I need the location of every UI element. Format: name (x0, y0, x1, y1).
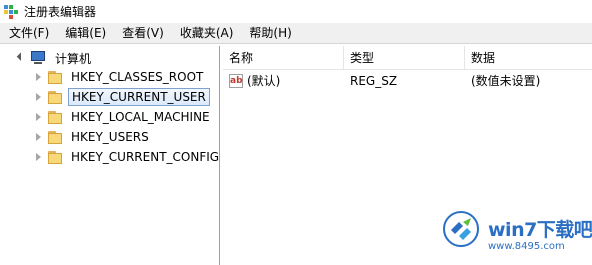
tree-item-label: HKEY_LOCAL_MACHINE (71, 110, 210, 124)
window-title: 注册表编辑器 (24, 4, 97, 19)
tree-item-hkey-local-machine[interactable]: HKEY_LOCAL_MACHINE (34, 107, 213, 127)
expand-arrow-icon[interactable] (34, 152, 44, 162)
folder-icon (48, 130, 62, 144)
menu-favorites[interactable]: 收藏夹(A) (171, 23, 241, 44)
folder-icon (48, 150, 62, 164)
expand-arrow-icon[interactable] (34, 72, 44, 82)
tree-item-label: HKEY_CLASSES_ROOT (71, 70, 204, 84)
value-data: (数值未设置) (471, 74, 541, 88)
list-header: 名称 类型 数据 (223, 46, 592, 70)
win7-logo-icon (443, 211, 479, 247)
folder-icon (48, 110, 62, 124)
menu-bar: 文件(F) 编辑(E) 查看(V) 收藏夹(A) 帮助(H) (0, 23, 592, 44)
tree-item-label: HKEY_USERS (71, 130, 149, 144)
string-value-icon: ab (229, 74, 243, 88)
tree-root-computer[interactable]: 计算机 (16, 48, 94, 68)
watermark-url: www.8495.com (488, 241, 565, 252)
tree-item-label: HKEY_CURRENT_CONFIG (71, 150, 220, 164)
tree-item-hkey-current-user[interactable]: HKEY_CURRENT_USER (34, 87, 210, 107)
menu-file[interactable]: 文件(F) (0, 23, 56, 44)
menu-edit[interactable]: 编辑(E) (56, 23, 113, 44)
tree-root-label: 计算机 (55, 51, 92, 66)
tree-item-hkey-current-config[interactable]: HKEY_CURRENT_CONFIG (34, 147, 222, 167)
watermark: win7下载吧 www.8495.com (440, 208, 592, 265)
tree-item-hkey-classes-root[interactable]: HKEY_CLASSES_ROOT (34, 67, 206, 87)
collapse-arrow-icon[interactable] (14, 51, 28, 65)
menu-view[interactable]: 查看(V) (113, 23, 171, 44)
registry-editor-icon (3, 3, 19, 19)
computer-icon (30, 51, 46, 65)
expand-arrow-icon[interactable] (34, 132, 44, 142)
expand-arrow-icon[interactable] (34, 92, 44, 102)
title-bar: 注册表编辑器 (0, 0, 592, 22)
menu-help[interactable]: 帮助(H) (240, 23, 298, 44)
tree-item-hkey-users[interactable]: HKEY_USERS (34, 127, 152, 147)
column-header-data[interactable]: 数据 (465, 46, 592, 70)
value-name: (默认) (247, 74, 281, 88)
registry-tree[interactable]: 计算机 HKEY_CLASSES_ROOT HKEY_CURRENT_USER … (0, 46, 220, 265)
column-header-type[interactable]: 类型 (344, 46, 465, 70)
expand-arrow-icon[interactable] (34, 112, 44, 122)
list-item[interactable]: ab (默认) REG_SZ (数值未设置) (223, 71, 592, 91)
folder-icon (48, 90, 62, 104)
tree-item-label: HKEY_CURRENT_USER (68, 88, 210, 106)
folder-icon (48, 70, 62, 84)
value-type: REG_SZ (350, 74, 398, 88)
watermark-title: win7下载吧 (488, 219, 592, 241)
column-header-name[interactable]: 名称 (223, 46, 344, 70)
